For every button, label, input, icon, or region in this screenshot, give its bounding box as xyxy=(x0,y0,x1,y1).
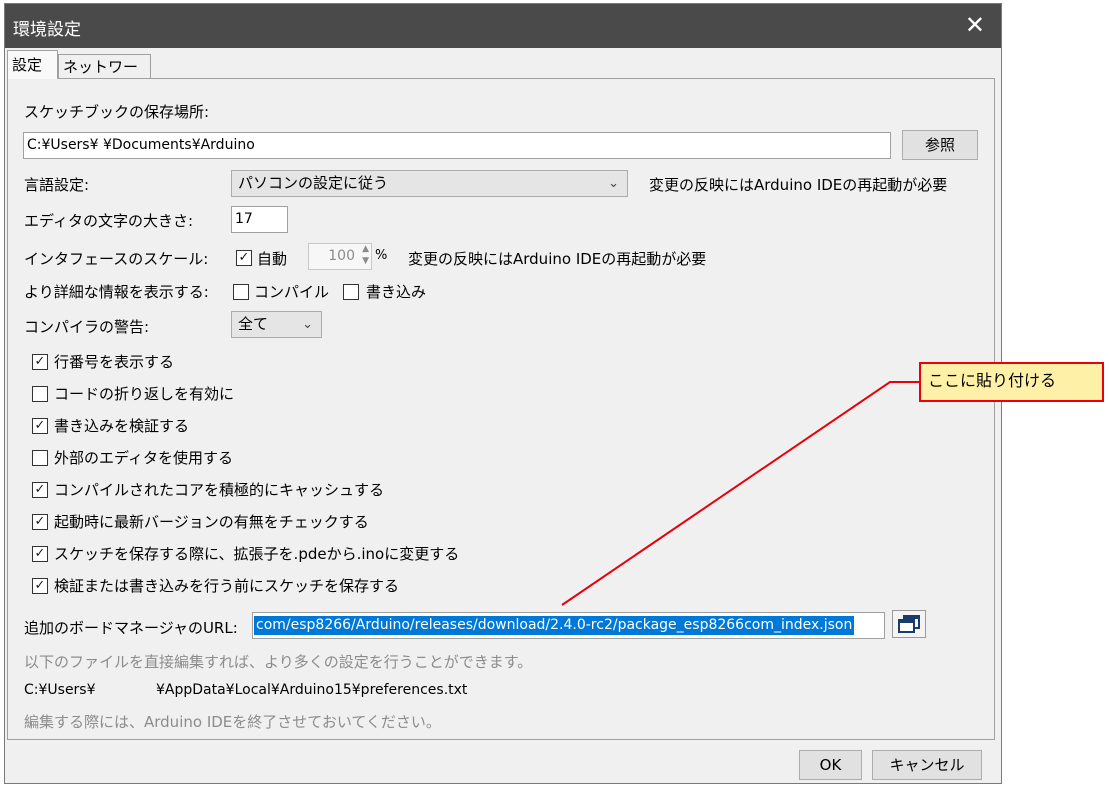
tab-settings[interactable]: 設定 xyxy=(7,50,58,79)
annotation-callout: ここに貼り付ける xyxy=(919,362,1104,402)
annotation-line xyxy=(561,381,919,606)
